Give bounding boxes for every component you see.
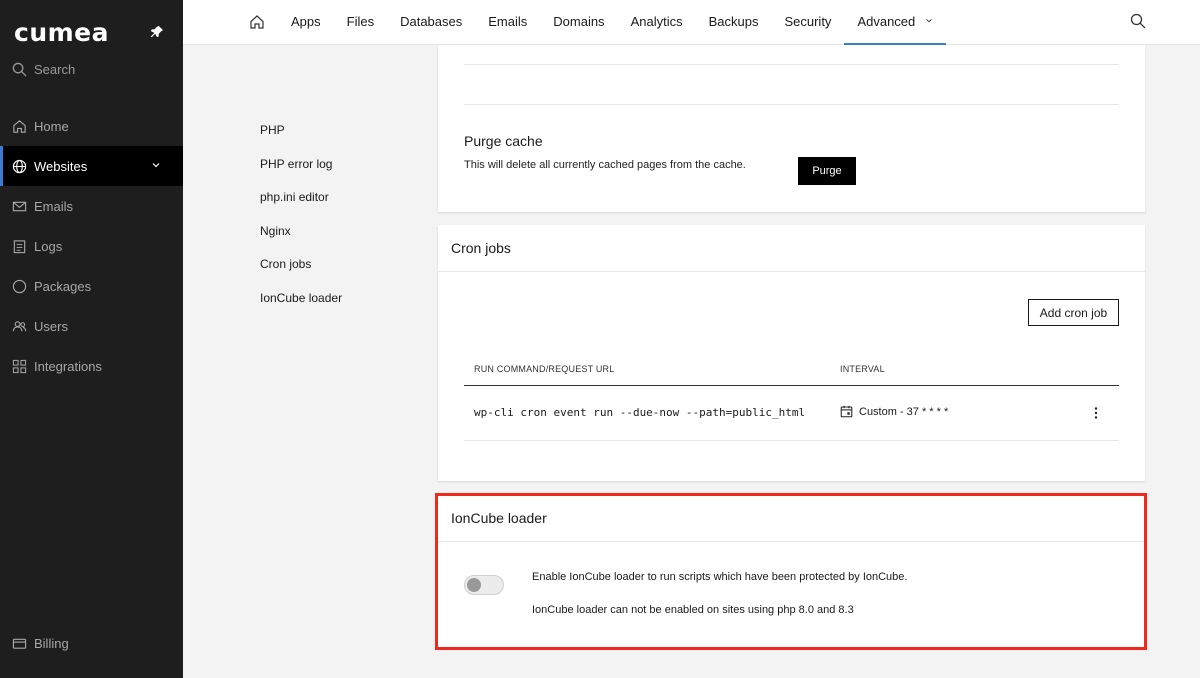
purge-cache-title: Purge cache	[464, 133, 543, 149]
search-icon[interactable]	[1130, 13, 1146, 29]
subnav-item-nginx[interactable]: Nginx	[260, 221, 420, 255]
sidebar-item-websites[interactable]: Websites	[0, 146, 183, 186]
ioncube-loader-card: IonCube loader Enable IonCube loader to …	[438, 496, 1145, 647]
sidebar: cumea Search Home Websites Emails Logs P…	[0, 0, 183, 678]
tab-advanced[interactable]: Advanced	[844, 0, 947, 45]
sidebar-item-emails[interactable]: Emails	[0, 186, 183, 226]
sidebar-item-label: Integrations	[34, 358, 102, 374]
sidebar-item-label: Emails	[34, 198, 74, 214]
home-icon	[13, 119, 26, 133]
sidebar-search[interactable]: Search	[12, 62, 75, 77]
table-row-divider	[464, 440, 1119, 441]
subnav-item-php-error-log[interactable]: PHP error log	[260, 154, 420, 188]
divider	[464, 104, 1119, 105]
chevron-down-icon	[926, 19, 932, 23]
search-icon	[12, 62, 27, 77]
sidebar-item-logs[interactable]: Logs	[0, 226, 183, 266]
sidebar-nav: Home Websites Emails Logs Packages Users…	[0, 106, 183, 386]
divider	[438, 271, 1145, 272]
cron-jobs-card: Cron jobs Add cron job RUN COMMAND/REQUE…	[438, 225, 1145, 481]
pin-icon[interactable]	[150, 25, 164, 39]
cron-interval: Custom - 37 * * * *	[840, 405, 948, 418]
sidebar-item-label: Users	[34, 318, 68, 334]
sidebar-item-home[interactable]: Home	[0, 106, 183, 146]
tab-analytics[interactable]: Analytics	[618, 0, 696, 45]
sidebar-item-users[interactable]: Users	[0, 306, 183, 346]
sidebar-item-integrations[interactable]: Integrations	[0, 346, 183, 386]
integrations-icon	[12, 359, 27, 373]
tab-security[interactable]: Security	[771, 0, 844, 45]
more-options-icon[interactable]	[1090, 406, 1102, 420]
mail-icon	[12, 201, 27, 211]
nginx-card: Purge cache This will delete all current…	[438, 45, 1145, 212]
cron-interval-text: Custom - 37 * * * *	[859, 405, 949, 418]
purge-button[interactable]: Purge	[798, 157, 856, 185]
column-header-interval: INTERVAL	[840, 364, 885, 374]
sidebar-search-label: Search	[34, 62, 76, 77]
tab-bar: Apps Files Databases Emails Domains Anal…	[278, 0, 947, 45]
package-icon	[12, 279, 27, 293]
chevron-down-icon[interactable]	[151, 160, 161, 170]
logs-icon	[13, 239, 26, 253]
brand-logo[interactable]: cumea	[14, 18, 109, 47]
sidebar-item-label: Websites	[34, 158, 88, 174]
sidebar-item-billing[interactable]: Billing	[12, 636, 69, 651]
sidebar-item-label: Home	[34, 118, 69, 134]
sidebar-item-packages[interactable]: Packages	[0, 266, 183, 306]
billing-icon	[12, 638, 27, 649]
globe-icon	[12, 159, 27, 173]
cron-command: wp-cli cron event run --due-now --path=p…	[474, 406, 806, 419]
sidebar-item-label: Packages	[34, 278, 92, 294]
sidebar-item-label: Billing	[34, 636, 69, 651]
divider	[464, 64, 1119, 65]
calendar-icon	[840, 405, 853, 418]
tab-domains[interactable]: Domains	[540, 0, 617, 45]
tab-files[interactable]: Files	[334, 0, 387, 45]
ioncube-loader-title: IonCube loader	[451, 510, 547, 526]
subnav-item-cron-jobs[interactable]: Cron jobs	[260, 254, 420, 288]
sidebar-item-label: Logs	[34, 238, 63, 254]
users-icon	[12, 320, 27, 331]
add-cron-job-button[interactable]: Add cron job	[1028, 299, 1119, 326]
toggle-knob	[467, 578, 481, 592]
ioncube-note: IonCube loader can not be enabled on sit…	[532, 604, 854, 616]
tab-emails[interactable]: Emails	[475, 0, 540, 45]
subnav-item-php-ini-editor[interactable]: php.ini editor	[260, 187, 420, 221]
ioncube-toggle[interactable]	[464, 575, 504, 595]
tab-backups[interactable]: Backups	[696, 0, 772, 45]
subnav-item-php[interactable]: PHP	[260, 120, 420, 154]
purge-cache-description: This will delete all currently cached pa…	[464, 159, 746, 171]
subnav-item-ioncube-loader[interactable]: IonCube loader	[260, 288, 420, 322]
top-navigation: Apps Files Databases Emails Domains Anal…	[183, 0, 1200, 45]
advanced-subnav: PHP PHP error log php.ini editor Nginx C…	[260, 120, 420, 321]
column-header-command: RUN COMMAND/REQUEST URL	[474, 364, 615, 374]
tab-advanced-label: Advanced	[857, 14, 916, 29]
tab-apps[interactable]: Apps	[278, 0, 334, 45]
cron-jobs-title: Cron jobs	[451, 240, 511, 256]
divider	[438, 541, 1145, 542]
home-icon[interactable]	[249, 14, 265, 30]
ioncube-description: Enable IonCube loader to run scripts whi…	[532, 571, 908, 583]
tab-databases[interactable]: Databases	[387, 0, 475, 45]
table-header-divider	[464, 385, 1119, 386]
